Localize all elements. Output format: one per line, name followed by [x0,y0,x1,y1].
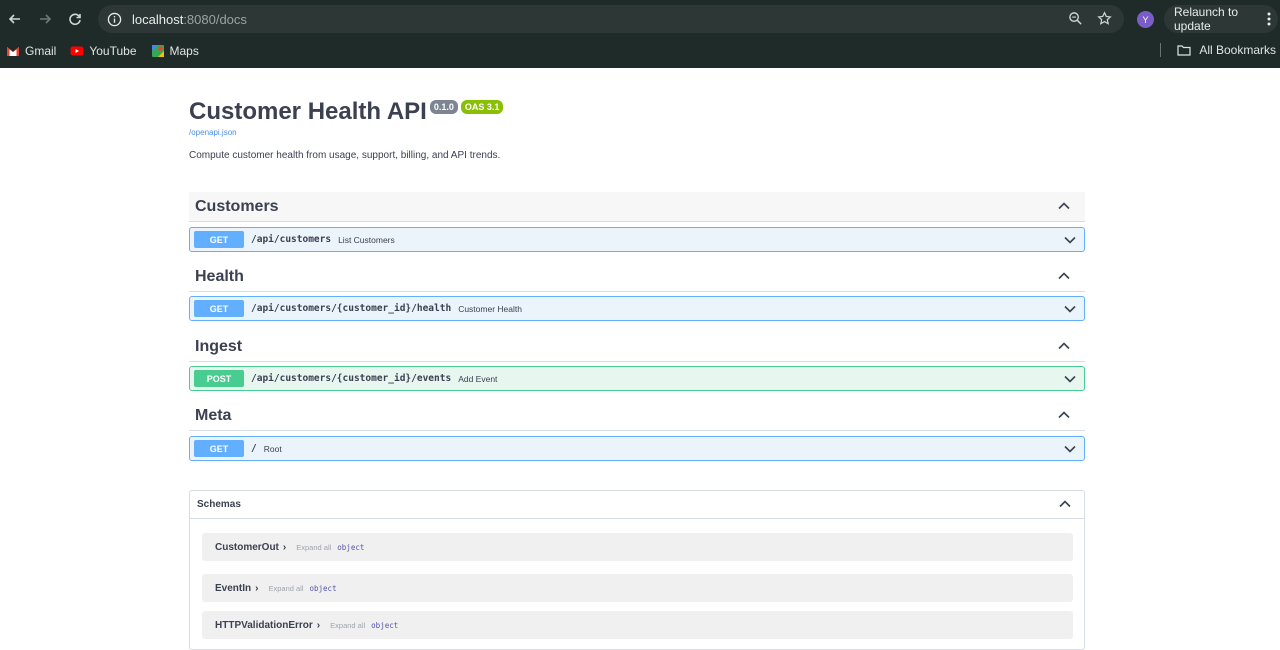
page-title: Customer Health API [189,98,427,125]
method-badge: GET [194,300,244,317]
openapi-json-link[interactable]: /openapi.json [189,128,237,137]
operation-summary: Customer Health [458,303,522,314]
model-type: object [309,583,337,593]
expand-all-link[interactable]: Expand all [268,584,303,593]
swagger-page: Customer Health API 0.1.0 OAS 3.1 /opena… [0,68,1280,650]
chevron-up-icon[interactable] [1057,269,1071,283]
chevron-up-icon[interactable] [1057,199,1071,213]
api-title-row: Customer Health API 0.1.0 OAS 3.1 [189,98,504,126]
reload-button[interactable] [60,4,90,34]
gmail-icon [7,47,19,56]
chevron-up-icon[interactable] [1057,339,1071,353]
schemas-header[interactable]: Schemas [190,491,1084,519]
tag-health[interactable]: Health [189,262,1085,292]
schemas-title: Schemas [197,499,241,510]
more-menu-icon[interactable] [1266,11,1272,27]
browser-chrome: localhost:8080/docs Y Relaunch to update… [0,0,1280,68]
all-bookmarks[interactable]: All Bookmarks [1160,43,1276,57]
api-description: Compute customer health from usage, supp… [189,150,501,161]
operation-path: / [251,443,257,454]
zoom-icon[interactable] [1068,11,1083,26]
chevron-down-icon[interactable] [1063,372,1077,386]
bookmark-gmail[interactable]: Gmail [6,44,56,58]
tag-title: Ingest [195,337,243,355]
model-httpvalidationerror[interactable]: HTTPValidationError › Expand all object [202,611,1073,639]
relaunch-label: Relaunch to update [1174,5,1239,33]
model-type: object [371,620,399,630]
address-bar[interactable]: localhost:8080/docs [98,5,1124,33]
operation-summary: Add Event [458,373,498,384]
operation-get-root[interactable]: GET / Root [189,436,1085,461]
method-badge: GET [194,231,244,248]
arrow-left-icon [8,14,20,24]
model-name: HTTPValidationError [215,619,313,631]
model-type: object [337,542,365,552]
address-bar-actions [1068,11,1112,26]
arrow-right-icon [40,14,52,24]
url-text: localhost:8080/docs [132,12,247,27]
method-badge: GET [194,440,244,457]
tag-ingest[interactable]: Ingest [189,332,1085,362]
operation-summary: List Customers [338,234,395,245]
back-button[interactable] [0,4,30,34]
chevron-up-icon[interactable] [1057,408,1071,422]
chevron-up-icon[interactable] [1058,497,1072,511]
bookmarks-divider [1160,43,1162,57]
tag-customers[interactable]: Customers [189,192,1085,222]
method-badge: POST [194,370,244,387]
bookmarks-bar: Gmail YouTube Maps All Bookmarks [0,38,1280,64]
chevron-right-icon: › [282,541,287,553]
version-badge: 0.1.0 [429,100,458,114]
schemas-section: Schemas CustomerOut › Expand all object … [189,490,1085,650]
chevron-right-icon: › [316,619,321,631]
chevron-right-icon: › [255,582,259,594]
bookmark-youtube[interactable]: YouTube [70,44,137,58]
site-info-icon[interactable] [106,11,122,27]
bookmark-label: YouTube [89,44,137,58]
all-bookmarks-label: All Bookmarks [1199,43,1276,57]
url-host: localhost [132,11,184,27]
tag-title: Health [195,267,244,285]
tag-title: Meta [195,406,232,424]
operation-path: /api/customers [251,234,332,245]
operation-get-customer-health[interactable]: GET /api/customers/{customer_id}/health … [189,296,1085,321]
relaunch-button[interactable]: Relaunch to update [1164,5,1278,33]
expand-all-link[interactable]: Expand all [296,543,331,552]
maps-icon [151,45,164,57]
operation-get-customers[interactable]: GET /api/customers List Customers [189,227,1085,252]
operation-summary: Root [263,443,282,454]
bookmark-label: Maps [169,44,199,58]
chevron-down-icon[interactable] [1063,233,1077,247]
tag-title: Customers [195,197,279,215]
model-name: EventIn [215,582,252,594]
url-path: :8080/docs [183,11,247,27]
bookmark-star-icon[interactable] [1097,11,1112,26]
model-name: CustomerOut [215,541,279,553]
bookmark-maps[interactable]: Maps [151,44,199,58]
chevron-down-icon[interactable] [1063,302,1077,316]
operation-post-event[interactable]: POST /api/customers/{customer_id}/events… [189,366,1085,391]
model-customerout[interactable]: CustomerOut › Expand all object [202,533,1073,561]
youtube-icon [70,46,84,56]
oas-badge: OAS 3.1 [460,100,504,114]
expand-all-link[interactable]: Expand all [330,621,365,630]
folder-icon [1177,45,1191,56]
bookmark-label: Gmail [25,44,57,58]
forward-button[interactable] [30,4,60,34]
chevron-down-icon[interactable] [1063,442,1077,456]
tag-meta[interactable]: Meta [189,401,1085,431]
model-eventin[interactable]: EventIn › Expand all object [202,574,1073,602]
profile-avatar[interactable]: Y [1137,11,1154,28]
operation-path: /api/customers/{customer_id}/events [251,373,452,384]
reload-icon [69,13,81,26]
operation-path: /api/customers/{customer_id}/health [251,303,452,314]
